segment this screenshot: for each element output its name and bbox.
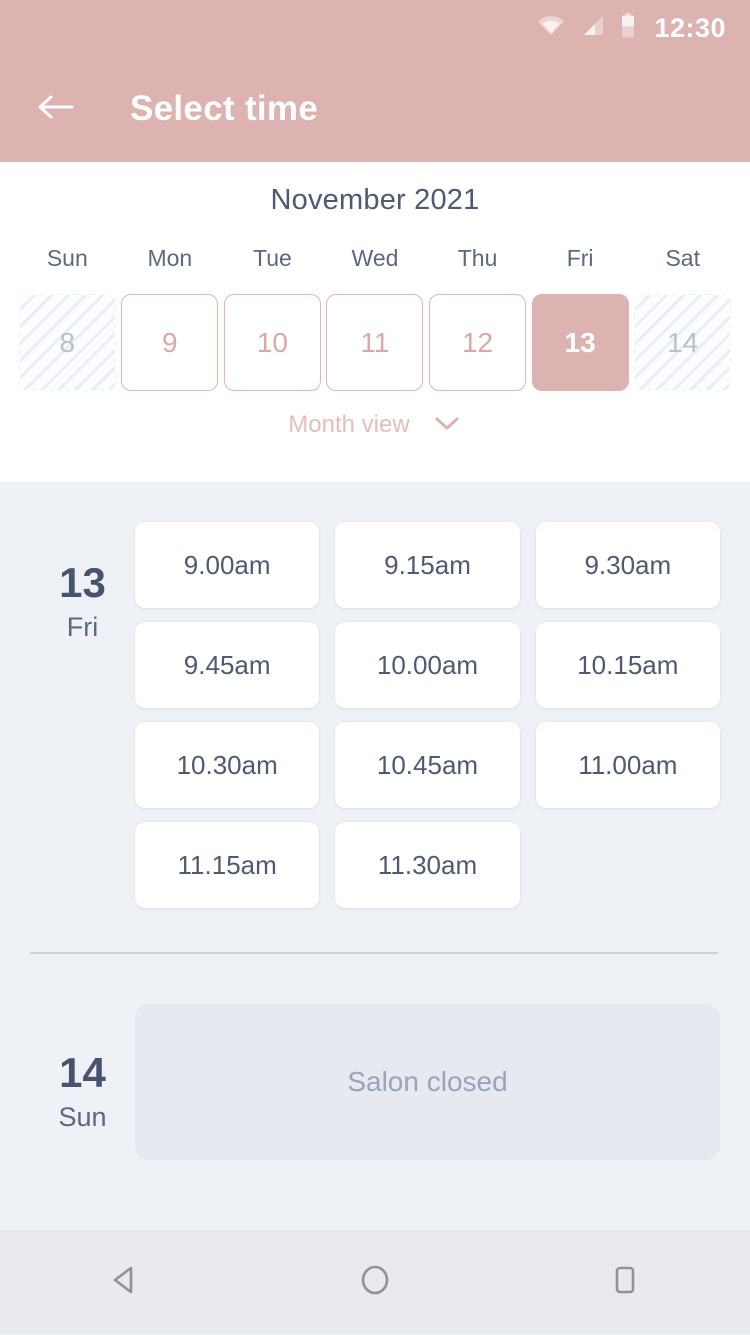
schedule-day-number: 13 xyxy=(59,559,106,606)
back-triangle-icon xyxy=(107,1262,143,1303)
time-slot[interactable]: 9.00am xyxy=(135,522,320,608)
time-slot[interactable]: 11.30am xyxy=(335,822,520,908)
schedule-day-13: 13 Fri 9.00am 9.15am 9.30am 9.45am 10.00… xyxy=(0,482,750,908)
time-slot[interactable]: 10.30am xyxy=(135,722,320,808)
chevron-down-icon xyxy=(432,414,462,437)
page-title: Select time xyxy=(130,89,319,128)
time-slot[interactable]: 9.30am xyxy=(535,522,720,608)
schedule-day-label: 13 Fri xyxy=(30,514,135,908)
schedule-day-14: 14 Sun Salon closed xyxy=(0,954,750,1160)
time-slot[interactable]: 11.15am xyxy=(135,822,320,908)
back-button[interactable] xyxy=(30,83,82,135)
status-bar-clock: 12:30 xyxy=(654,12,726,43)
weekday-header: Wed xyxy=(351,245,399,271)
wifi-icon xyxy=(536,14,566,43)
calendar-day-cell[interactable]: 11 xyxy=(326,294,424,391)
weekday-header: Mon xyxy=(147,245,193,271)
calendar-day-cell: 14 xyxy=(634,294,731,391)
weekday-header: Fri xyxy=(566,245,594,271)
schedule-day-name: Fri xyxy=(66,612,99,642)
month-view-label: Month view xyxy=(288,411,410,438)
calendar-day-cell[interactable]: 10 xyxy=(223,294,321,391)
schedule-day-label: 14 Sun xyxy=(30,1004,135,1160)
calendar-day-cell: 8 xyxy=(19,294,116,391)
time-slot[interactable]: 11.00am xyxy=(535,722,720,808)
time-slot[interactable]: 9.15am xyxy=(335,522,520,608)
calendar-panel: November 2021 Sun Mon Tue Wed Thu Fri Sa… xyxy=(0,162,750,482)
calendar-day-row: 8 9 10 11 12 13 14 xyxy=(0,294,750,391)
time-slot[interactable]: 10.15am xyxy=(535,622,720,708)
weekday-header: Thu xyxy=(457,245,498,271)
time-slot[interactable]: 10.00am xyxy=(335,622,520,708)
nav-home-button[interactable] xyxy=(320,1231,430,1335)
time-slot[interactable]: 10.45am xyxy=(335,722,520,808)
calendar-day-cell-selected[interactable]: 13 xyxy=(531,294,629,391)
home-circle-icon xyxy=(357,1262,393,1303)
schedule-day-number: 14 xyxy=(59,1049,106,1096)
weekday-header: Sat xyxy=(665,245,700,271)
nav-back-button[interactable] xyxy=(70,1231,180,1335)
status-bar: 12:30 xyxy=(0,0,750,56)
phone-screen: 12:30 Select time November 2021 Sun Mon … xyxy=(0,0,750,1334)
weekday-header: Tue xyxy=(253,245,292,271)
schedule-list: 13 Fri 9.00am 9.15am 9.30am 9.45am 10.00… xyxy=(0,482,750,1230)
calendar-day-cell[interactable]: 9 xyxy=(121,294,219,391)
month-view-toggle[interactable]: Month view xyxy=(0,411,750,439)
time-slot-grid: 9.00am 9.15am 9.30am 9.45am 10.00am 10.1… xyxy=(135,514,720,908)
salon-closed-banner: Salon closed xyxy=(135,1004,720,1160)
app-bar: Select time xyxy=(0,56,750,162)
calendar-day-cell[interactable]: 12 xyxy=(429,294,527,391)
cell-signal-icon xyxy=(580,14,606,43)
calendar-month-title: November 2021 xyxy=(270,184,480,216)
calendar-weekday-header-row: Sun Mon Tue Wed Thu Fri Sat xyxy=(0,245,750,272)
battery-icon xyxy=(620,12,636,44)
schedule-day-name: Sun xyxy=(58,1102,107,1132)
weekday-header: Sun xyxy=(46,245,88,271)
android-nav-bar xyxy=(0,1230,750,1334)
time-slot[interactable]: 9.45am xyxy=(135,622,320,708)
nav-recents-button[interactable] xyxy=(570,1231,680,1335)
arrow-left-icon xyxy=(36,92,76,127)
recents-square-icon xyxy=(607,1262,643,1303)
